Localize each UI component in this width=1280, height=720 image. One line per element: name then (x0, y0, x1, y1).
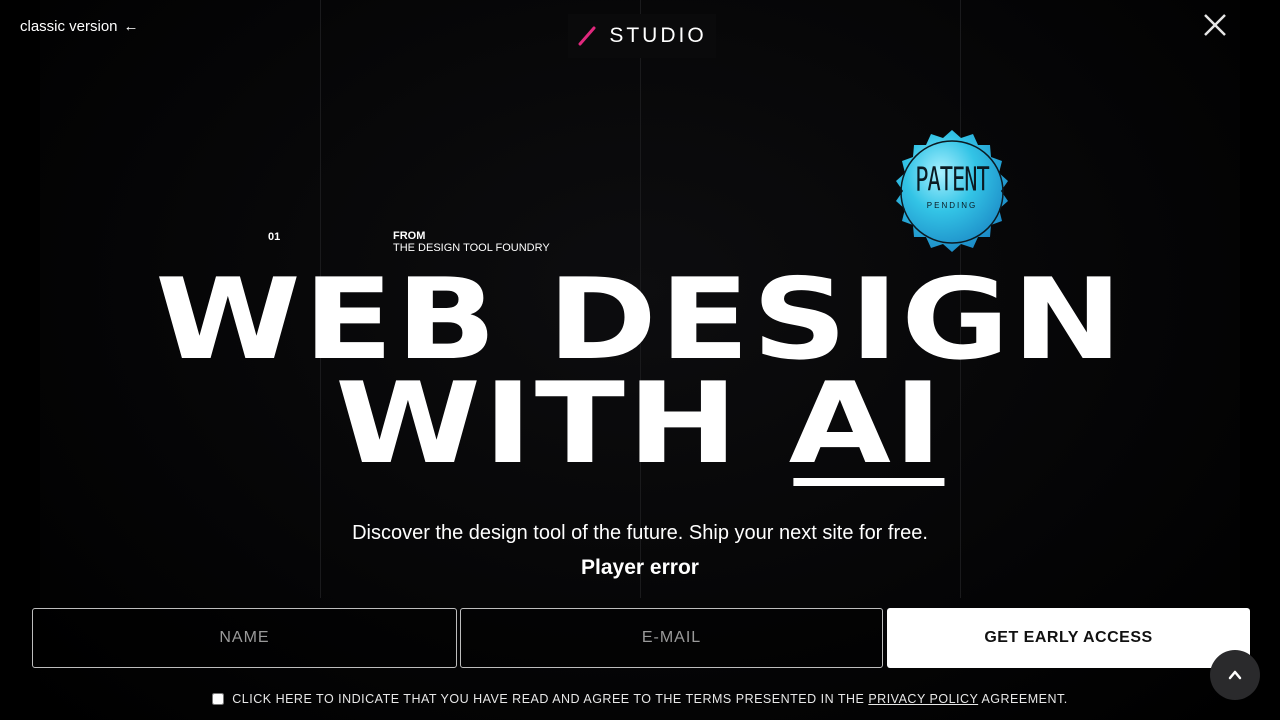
headline-highlight-ai: AI (788, 359, 946, 489)
consent-row: CLICK HERE TO INDICATE THAT YOU HAVE REA… (0, 692, 1280, 706)
hero-headline: WEB DESIGN WITH AI (0, 264, 1280, 489)
classic-version-link[interactable]: classic version ← (20, 18, 139, 35)
classic-version-label: classic version (20, 18, 118, 35)
player-error-text: Player error (581, 556, 699, 579)
privacy-policy-link[interactable]: PRIVACY POLICY (868, 692, 978, 706)
section-number: 01 (268, 231, 281, 243)
get-early-access-button[interactable]: GET EARLY ACCESS (887, 608, 1250, 668)
from-value: THE DESIGN TOOL FOUNDRY (393, 242, 550, 254)
scroll-to-top-button[interactable] (1210, 650, 1260, 700)
studio-logo[interactable]: STUDIO (568, 14, 716, 58)
hero-subtitle: Discover the design tool of the future. … (352, 522, 928, 544)
badge-text: PATENT PENDING (888, 128, 1016, 256)
patent-pending-badge: PATENT PENDING (888, 128, 1016, 256)
name-input[interactable] (32, 608, 457, 668)
badge-line2: PENDING (926, 201, 978, 210)
arrow-left-icon: ← (123, 18, 139, 35)
logo-text: STUDIO (609, 24, 707, 47)
headline-line2: WITH AI (0, 359, 1280, 489)
consent-text: CLICK HERE TO INDICATE THAT YOU HAVE REA… (232, 692, 869, 706)
badge-line1: PATENT (915, 161, 989, 200)
close-icon (1204, 14, 1226, 36)
consent-checkbox[interactable] (212, 693, 225, 705)
from-block: FROM THE DESIGN TOOL FOUNDRY (393, 230, 550, 254)
from-label: FROM (393, 230, 426, 242)
close-button[interactable] (1200, 10, 1230, 40)
slash-icon (578, 26, 596, 46)
headline-line2-prefix: WITH (335, 359, 789, 489)
consent-text-end: AGREEMENT. (978, 692, 1068, 706)
email-input[interactable] (460, 608, 883, 668)
chevron-up-icon (1228, 670, 1242, 680)
